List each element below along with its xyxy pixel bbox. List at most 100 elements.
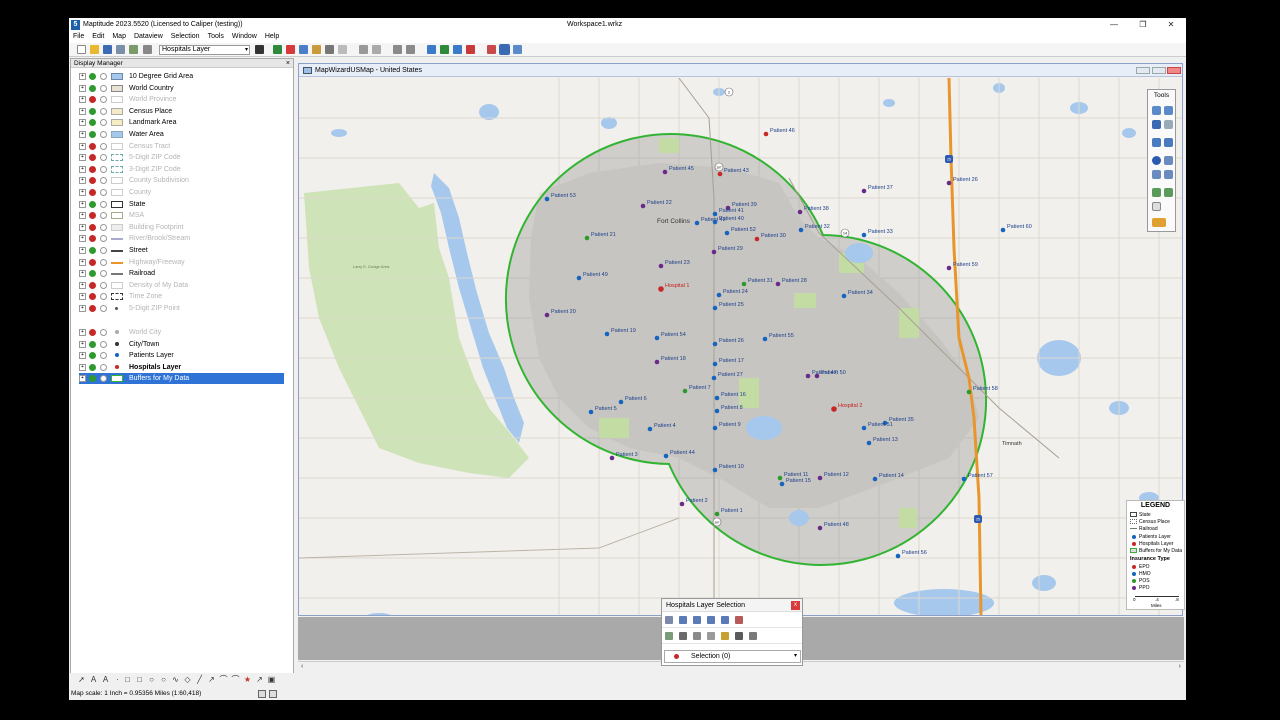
layer-add-icon[interactable]	[273, 45, 282, 54]
patient-marker[interactable]	[762, 336, 768, 342]
layer-row[interactable]: + World City	[79, 327, 284, 338]
layer-row[interactable]: + Railroad	[79, 268, 284, 279]
label-toggle-icon[interactable]	[100, 189, 107, 196]
patient-marker[interactable]	[961, 476, 967, 482]
visible-icon[interactable]	[89, 131, 96, 138]
save-all-icon[interactable]	[116, 45, 125, 54]
patient-marker[interactable]	[724, 230, 730, 236]
expand-icon[interactable]: +	[79, 352, 86, 360]
layer-style-icon[interactable]	[111, 96, 123, 104]
previous-view-icon[interactable]	[1152, 138, 1161, 147]
patient-marker[interactable]	[777, 475, 783, 481]
patient-marker[interactable]	[966, 389, 972, 395]
layer-row[interactable]: + World Country	[79, 83, 284, 94]
expand-icon[interactable]: +	[79, 305, 86, 312]
hidden-icon[interactable]	[89, 305, 96, 312]
zoom-out-icon[interactable]	[1164, 106, 1173, 115]
patient-marker[interactable]	[775, 281, 781, 287]
patient-marker[interactable]	[588, 409, 594, 415]
expand-icon[interactable]: +	[79, 293, 86, 301]
expand-icon[interactable]: +	[79, 189, 86, 196]
layer-style-icon[interactable]	[111, 154, 123, 162]
patient-marker[interactable]	[576, 275, 582, 281]
buffer-icon[interactable]	[513, 45, 522, 54]
layer-row[interactable]: + MSA	[79, 210, 284, 221]
layer-style-icon[interactable]	[111, 84, 123, 92]
label-toggle-icon[interactable]	[100, 363, 107, 371]
layer-row[interactable]: + Time Zone	[79, 291, 284, 302]
expand-icon[interactable]: +	[79, 96, 86, 104]
label-toggle-icon[interactable]	[100, 352, 107, 360]
patient-marker[interactable]	[861, 188, 867, 194]
patient-marker[interactable]	[779, 481, 785, 487]
label-toggle-icon[interactable]	[100, 293, 107, 301]
star-icon[interactable]: ★	[243, 675, 252, 684]
expand-icon[interactable]: +	[79, 212, 86, 220]
expand-icon[interactable]: +	[79, 119, 86, 127]
line-icon[interactable]: ╱	[195, 675, 204, 684]
patient-marker[interactable]	[717, 171, 723, 177]
visible-icon[interactable]	[89, 270, 96, 278]
layer-style-icon[interactable]	[111, 250, 123, 252]
layer-row[interactable]: + World Province	[79, 94, 284, 105]
close-icon[interactable]: x	[791, 601, 800, 610]
layer-row[interactable]: + Patients Layer	[79, 350, 284, 361]
patient-marker[interactable]	[946, 180, 952, 186]
patient-marker[interactable]	[711, 249, 717, 255]
patient-marker[interactable]	[654, 335, 660, 341]
patient-marker[interactable]	[712, 341, 718, 347]
color-theme-icon[interactable]	[286, 45, 295, 54]
patient-marker[interactable]	[658, 263, 664, 269]
route-icon[interactable]	[466, 45, 475, 54]
select-polygon-icon[interactable]	[1164, 170, 1173, 179]
expand-icon[interactable]: +	[79, 375, 86, 383]
new-file-icon[interactable]	[77, 45, 86, 54]
label-toggle-icon[interactable]	[100, 305, 107, 312]
patient-marker[interactable]	[663, 453, 669, 459]
scroll-left-icon[interactable]: ‹	[301, 662, 303, 672]
maximize-icon[interactable]	[1152, 67, 1166, 74]
close-button[interactable]: ✕	[1161, 19, 1181, 31]
hospital-marker[interactable]	[831, 406, 837, 412]
layer-style-icon[interactable]	[111, 165, 123, 173]
hidden-icon[interactable]	[89, 329, 96, 336]
patient-marker[interactable]	[1000, 227, 1006, 233]
layer-row[interactable]: + Census Place	[79, 106, 284, 117]
expand-icon[interactable]: +	[79, 200, 86, 208]
patient-marker[interactable]	[805, 373, 811, 379]
layer-row[interactable]: + County Subdivision	[79, 175, 284, 186]
layer-row[interactable]: + County	[79, 187, 284, 198]
polygon-icon[interactable]: ◇	[183, 675, 192, 684]
layer-style-icon[interactable]	[115, 353, 119, 358]
find-icon[interactable]	[679, 632, 687, 640]
hidden-icon[interactable]	[89, 142, 96, 150]
freehand-icon[interactable]: ⌒	[219, 675, 228, 684]
layer-style-icon[interactable]	[111, 142, 123, 150]
patient-marker[interactable]	[618, 399, 624, 405]
expand-icon[interactable]: +	[79, 107, 86, 115]
analysis-icon[interactable]	[487, 45, 496, 54]
label-toggle-icon[interactable]	[100, 340, 107, 348]
label-toggle-icon[interactable]	[100, 235, 107, 243]
label-toggle-icon[interactable]	[100, 375, 107, 383]
layer-row[interactable]: + Water Area	[79, 129, 284, 140]
undo-icon[interactable]	[393, 45, 402, 54]
layout-icon[interactable]	[372, 45, 381, 54]
hidden-icon[interactable]	[89, 96, 96, 104]
status-grid-icon[interactable]	[258, 690, 266, 698]
binoculars-icon[interactable]	[255, 45, 264, 54]
menu-file[interactable]: File	[69, 32, 88, 41]
label-toggle-icon[interactable]	[100, 73, 107, 80]
expand-icon[interactable]: +	[79, 329, 86, 336]
hospital-marker[interactable]	[658, 286, 664, 292]
hidden-icon[interactable]	[89, 154, 96, 162]
layer-row[interactable]: +5-Digit ZIP Point	[79, 303, 284, 314]
select-circle-icon[interactable]	[1152, 170, 1161, 179]
layer-style-icon[interactable]	[115, 341, 119, 346]
patient-marker[interactable]	[866, 440, 872, 446]
hidden-icon[interactable]	[89, 177, 96, 185]
hidden-icon[interactable]	[89, 258, 96, 266]
layer-row[interactable]: + State	[79, 199, 284, 210]
scroll-right-icon[interactable]: ›	[1179, 662, 1181, 672]
menu-window[interactable]: Window	[228, 32, 261, 41]
